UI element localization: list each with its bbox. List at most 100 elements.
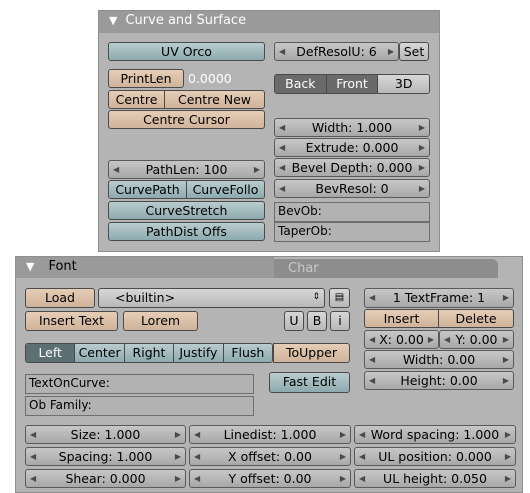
back-button[interactable]: Back	[275, 75, 327, 93]
uv-orco-button[interactable]: UV Orco	[108, 42, 265, 61]
arrow-right-icon[interactable]: ▶	[505, 426, 511, 443]
align-right-button[interactable]: Right	[124, 344, 175, 362]
arrow-left-icon[interactable]: ◀	[369, 289, 375, 306]
arrow-left-icon[interactable]: ◀	[279, 119, 285, 136]
arrow-right-icon[interactable]: ▶	[340, 470, 346, 487]
arrow-left-icon[interactable]: ◀	[279, 180, 285, 197]
arrow-left-icon[interactable]: ◀	[30, 470, 36, 487]
curve-path-button[interactable]: CurvePath	[108, 180, 187, 199]
ul-height-field[interactable]: ◀ UL height: 0.050 ▶	[354, 469, 516, 488]
ul-position-field[interactable]: ◀ UL position: 0.000 ▶	[354, 447, 516, 466]
arrow-left-icon[interactable]: ◀	[279, 43, 285, 60]
fast-edit-button[interactable]: Fast Edit	[269, 372, 350, 393]
arrow-right-icon[interactable]: ▶	[175, 470, 181, 487]
arrow-right-icon[interactable]: ▶	[175, 426, 181, 443]
front-button[interactable]: Front	[326, 75, 379, 93]
arrow-right-icon[interactable]: ▶	[503, 372, 509, 389]
arrow-right-icon[interactable]: ▶	[503, 351, 509, 368]
word-spacing-field[interactable]: ◀ Word spacing: 1.000 ▶	[354, 425, 516, 444]
linedist-field[interactable]: ◀ Linedist: 1.000 ▶	[189, 425, 351, 444]
arrow-left-icon[interactable]: ◀	[194, 448, 200, 465]
arrow-left-icon[interactable]: ◀	[194, 470, 200, 487]
arrow-left-icon[interactable]: ◀	[194, 426, 200, 443]
centre-new-button[interactable]: Centre New	[164, 90, 265, 109]
path-dist-offs-button[interactable]: PathDist Offs	[108, 222, 265, 241]
arrow-right-icon[interactable]: ▶	[419, 180, 425, 197]
taper-ob-field[interactable]: TaperOb:	[274, 222, 430, 242]
arrow-right-icon[interactable]: ▶	[503, 289, 509, 306]
char-tab[interactable]: Char	[274, 259, 498, 278]
arrow-left-icon[interactable]: ◀	[444, 331, 450, 348]
align-center-button[interactable]: Center	[75, 344, 125, 362]
curve-surface-header[interactable]: ▼ Curve and Surface	[99, 11, 439, 33]
frame-insert-button[interactable]: Insert	[364, 309, 439, 328]
underline-button[interactable]: U	[284, 311, 304, 331]
3d-button[interactable]: 3D	[378, 75, 429, 93]
file-browse-icon[interactable]: ▤	[329, 288, 350, 308]
arrow-right-icon[interactable]: ▶	[340, 426, 346, 443]
arrow-left-icon[interactable]: ◀	[279, 139, 285, 156]
load-button[interactable]: Load	[25, 288, 95, 308]
spacing-field[interactable]: ◀ Spacing: 1.000 ▶	[25, 447, 186, 466]
frame-delete-button[interactable]: Delete	[438, 309, 514, 328]
arrow-left-icon[interactable]: ◀	[369, 372, 375, 389]
ob-family-field[interactable]: Ob Family:	[25, 396, 254, 416]
arrow-left-icon[interactable]: ◀	[359, 470, 365, 487]
arrow-right-icon[interactable]: ▶	[388, 43, 394, 60]
bev-resol-field[interactable]: ◀ BevResol: 0 ▶	[274, 179, 430, 198]
size-field[interactable]: ◀ Size: 1.000 ▶	[25, 425, 186, 444]
arrow-left-icon[interactable]: ◀	[30, 426, 36, 443]
print-len-button[interactable]: PrintLen	[108, 69, 184, 88]
arrow-left-icon[interactable]: ◀	[369, 351, 375, 368]
arrow-right-icon[interactable]: ▶	[503, 331, 509, 348]
def-resol-u-field[interactable]: ◀ DefResolU: 6 ▶	[274, 42, 399, 61]
lorem-button[interactable]: Lorem	[123, 311, 198, 331]
centre-button[interactable]: Centre	[108, 90, 165, 109]
arrow-left-icon[interactable]: ◀	[359, 426, 365, 443]
align-flush-button[interactable]: Flush	[223, 344, 272, 362]
arrow-right-icon[interactable]: ▶	[419, 139, 425, 156]
frame-height-field[interactable]: ◀ Height: 0.00 ▶	[364, 371, 514, 390]
italic-button[interactable]: i	[330, 311, 350, 331]
arrow-right-icon[interactable]: ▶	[419, 119, 425, 136]
bev-ob-field[interactable]: BevOb:	[274, 202, 430, 222]
collapse-triangle-icon[interactable]: ▼	[109, 14, 117, 27]
set-button[interactable]: Set	[399, 42, 429, 61]
path-len-field[interactable]: ◀ PathLen: 100 ▶	[108, 160, 265, 179]
arrow-left-icon[interactable]: ◀	[30, 448, 36, 465]
arrow-right-icon[interactable]: ▶	[505, 448, 511, 465]
bold-button[interactable]: B	[307, 311, 327, 331]
arrow-right-icon[interactable]: ▶	[254, 161, 260, 178]
bevel-depth-field[interactable]: ◀ Bevel Depth: 0.000 ▶	[274, 158, 430, 177]
text-on-curve-field[interactable]: TextOnCurve:	[25, 374, 254, 394]
font-tab[interactable]: ▼ Font	[16, 257, 274, 278]
arrow-right-icon[interactable]: ▶	[419, 159, 425, 176]
arrow-right-icon[interactable]: ▶	[505, 470, 511, 487]
arrow-right-icon[interactable]: ▶	[340, 448, 346, 465]
alignment-group: Left Center Right Justify Flush	[25, 343, 273, 363]
collapse-triangle-icon[interactable]: ▼	[26, 260, 34, 273]
extrude-field[interactable]: ◀ Extrude: 0.000 ▶	[274, 138, 430, 157]
x-offset-field[interactable]: ◀ X offset: 0.00 ▶	[189, 447, 351, 466]
arrow-left-icon[interactable]: ◀	[369, 331, 375, 348]
arrow-left-icon[interactable]: ◀	[279, 159, 285, 176]
frame-y-field[interactable]: ◀ Y: 0.00 ▶	[439, 330, 514, 349]
arrow-left-icon[interactable]: ◀	[359, 448, 365, 465]
frame-x-field[interactable]: ◀ X: 0.00 ▶	[364, 330, 439, 349]
arrow-right-icon[interactable]: ▶	[175, 448, 181, 465]
font-select[interactable]: <builtin> ⇕	[98, 288, 325, 308]
curve-stretch-button[interactable]: CurveStretch	[108, 201, 265, 220]
insert-text-button[interactable]: Insert Text	[25, 311, 118, 331]
y-offset-field[interactable]: ◀ Y offset: 0.00 ▶	[189, 469, 351, 488]
arrow-left-icon[interactable]: ◀	[113, 161, 119, 178]
arrow-right-icon[interactable]: ▶	[428, 331, 434, 348]
shear-field[interactable]: ◀ Shear: 0.000 ▶	[25, 469, 186, 488]
width-field[interactable]: ◀ Width: 1.000 ▶	[274, 118, 430, 137]
frame-width-field[interactable]: ◀ Width: 0.00 ▶	[364, 350, 514, 369]
to-upper-button[interactable]: ToUpper	[273, 343, 350, 363]
centre-cursor-button[interactable]: Centre Cursor	[108, 110, 265, 129]
align-left-button[interactable]: Left	[26, 344, 76, 362]
align-justify-button[interactable]: Justify	[174, 344, 224, 362]
curve-follow-button[interactable]: CurveFollo	[186, 180, 265, 199]
text-frame-field[interactable]: ◀ 1 TextFrame: 1 ▶	[364, 288, 514, 308]
